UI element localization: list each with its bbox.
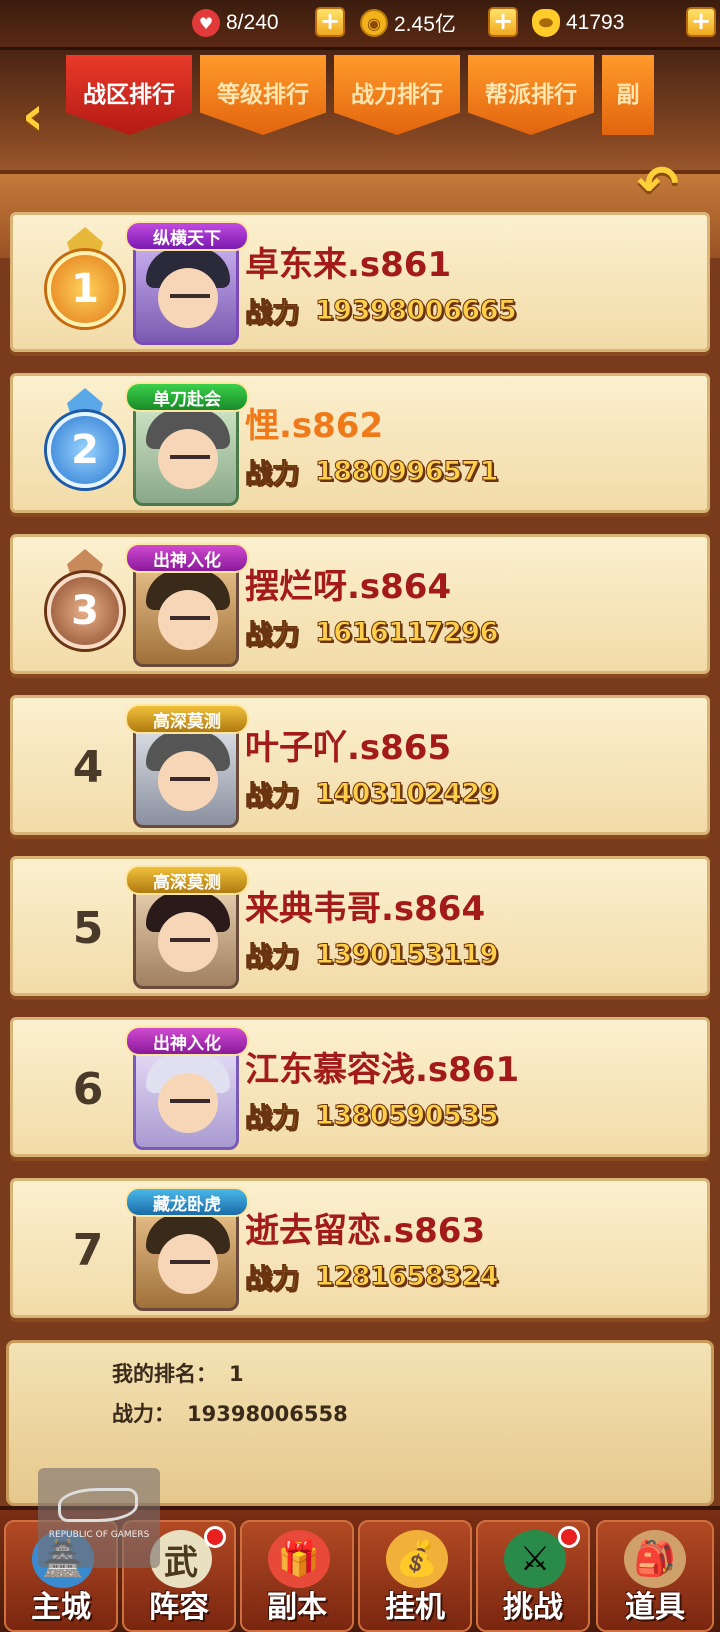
power-label: 战力 [245, 298, 300, 330]
stamina-resource: ♥ 8/240 [192, 8, 279, 38]
rank-number: 6 [72, 1064, 104, 1115]
silver-medal-icon: 2 [33, 386, 137, 502]
power-value: 19398006665 [314, 295, 517, 327]
nav-idle[interactable]: 💰 挂机 [358, 1520, 472, 1632]
title-badge: 出神入化 [125, 1026, 249, 1056]
tab-dungeon-ranking[interactable]: 副 [602, 55, 654, 135]
power-value: 1380590535 [315, 1100, 499, 1132]
power-value: 1281658324 [315, 1261, 499, 1293]
my-power-value: 19398006558 [187, 1402, 348, 1426]
power-label: 战力 [245, 459, 300, 491]
rog-watermark: REPUBLIC OF GAMERS [38, 1468, 160, 1568]
power-row: 战力 1403102429 [245, 774, 499, 813]
player-avatar[interactable] [133, 239, 239, 345]
return-arrow-icon[interactable]: ↶ [622, 158, 694, 214]
ranking-card-7[interactable]: 7 藏龙卧虎 逝去留恋.s863 战力 1281658324 [10, 1178, 710, 1318]
my-rank-value: 1 [229, 1362, 244, 1386]
power-row: 战力 1380590535 [245, 1096, 499, 1135]
add-stamina-button[interactable]: + [315, 7, 345, 37]
power-row: 战力 1616117296 [245, 613, 499, 652]
my-rank-label: 我的排名： [112, 1362, 217, 1386]
gift-box-icon: 🎁 [268, 1530, 330, 1588]
power-row: 战力 1880996571 [245, 452, 499, 491]
ranking-card-2[interactable]: 2 单刀赴会 悝.s862 战力 1880996571 [10, 373, 710, 513]
heart-icon: ♥ [192, 9, 220, 37]
player-avatar[interactable] [133, 400, 239, 506]
nav-label: 阵容 [149, 1590, 209, 1625]
player-name: 江东慕容浅.s861 [245, 1050, 520, 1090]
power-value: 1880996571 [315, 456, 499, 488]
bag-icon: 🎒 [624, 1530, 686, 1588]
player-avatar[interactable] [133, 883, 239, 989]
notification-dot [558, 1526, 580, 1548]
treasure-icon: 💰 [386, 1530, 448, 1588]
ranking-card-4[interactable]: 4 高深莫测 叶子吖.s865 战力 1403102429 [10, 695, 710, 835]
rank-number: 5 [72, 903, 104, 954]
power-row: 战力 1281658324 [245, 1257, 499, 1296]
power-label: 战力 [245, 942, 300, 974]
title-badge: 藏龙卧虎 [125, 1187, 249, 1217]
nav-items[interactable]: 🎒 道具 [596, 1520, 714, 1632]
player-avatar[interactable] [133, 1205, 239, 1311]
title-badge: 高深莫测 [125, 704, 249, 734]
stamina-value: 8/240 [226, 11, 279, 34]
gold-value: 41793 [566, 11, 625, 34]
nav-label: 主城 [31, 1590, 91, 1625]
rog-logo-icon [58, 1488, 138, 1522]
ranking-card-6[interactable]: 6 出神入化 江东慕容浅.s861 战力 1380590535 [10, 1017, 710, 1157]
copper-resource: ◉ 2.45亿 [360, 8, 456, 38]
my-power-label: 战力： [112, 1402, 175, 1426]
notification-dot [204, 1526, 226, 1548]
back-arrow-icon[interactable]: ‹ [8, 86, 58, 150]
title-badge: 纵横天下 [125, 221, 249, 251]
title-badge: 单刀赴会 [125, 382, 249, 412]
gold-ingot-icon: ⬬ [532, 9, 560, 37]
player-avatar[interactable] [133, 722, 239, 828]
power-row: 战力 1390153119 [245, 935, 499, 974]
player-name: 悝.s862 [245, 406, 384, 446]
power-value: 1616117296 [315, 617, 499, 649]
my-rank-line: 我的排名： 1 [112, 1358, 244, 1388]
ranking-card-5[interactable]: 5 高深莫测 来典韦哥.s864 战力 1390153119 [10, 856, 710, 996]
nav-challenge[interactable]: ⚔ 挑战 [476, 1520, 590, 1632]
rog-watermark-text: REPUBLIC OF GAMERS [48, 1530, 150, 1540]
power-row: 战力 19398006665 [245, 291, 518, 330]
rank-number: 7 [72, 1225, 104, 1276]
gold-medal-icon: 1 [33, 225, 137, 341]
power-label: 战力 [245, 1264, 300, 1296]
player-name: 来典韦哥.s864 [245, 889, 486, 929]
player-avatar[interactable] [133, 561, 239, 667]
bronze-medal-icon: 3 [33, 547, 137, 663]
player-name: 摆烂呀.s864 [245, 567, 452, 607]
power-value: 1390153119 [315, 939, 499, 971]
nav-label: 挂机 [385, 1590, 445, 1625]
title-badge: 出神入化 [125, 543, 249, 573]
rank-number: 4 [72, 742, 104, 793]
nav-label: 道具 [625, 1590, 685, 1625]
title-badge: 高深莫测 [125, 865, 249, 895]
power-value: 1403102429 [315, 778, 499, 810]
coin-icon: ◉ [360, 9, 388, 37]
nav-label: 副本 [267, 1590, 327, 1625]
nav-label: 挑战 [503, 1590, 563, 1625]
player-name: 卓东来.s861 [245, 245, 452, 285]
my-power-line: 战力： 19398006558 [112, 1398, 348, 1428]
ranking-card-1[interactable]: 1 纵横天下 卓东来.s861 战力 19398006665 [10, 212, 710, 352]
power-label: 战力 [245, 781, 300, 813]
power-label: 战力 [245, 620, 300, 652]
add-gold-button[interactable]: + [686, 7, 716, 37]
ranking-card-3[interactable]: 3 出神入化 摆烂呀.s864 战力 1616117296 [10, 534, 710, 674]
nav-dungeon[interactable]: 🎁 副本 [240, 1520, 354, 1632]
player-name: 逝去留恋.s863 [245, 1211, 486, 1251]
power-label: 战力 [245, 1103, 300, 1135]
fighters-icon: ⚔ [504, 1530, 566, 1588]
copper-value: 2.45亿 [394, 13, 456, 36]
resource-bar: ♥ 8/240 + ◉ 2.45亿 + ⬬ 41793 + [0, 0, 720, 50]
add-copper-button[interactable]: + [488, 7, 518, 37]
player-name: 叶子吖.s865 [245, 728, 452, 768]
gold-resource: ⬬ 41793 [532, 8, 624, 38]
player-avatar[interactable] [133, 1044, 239, 1150]
